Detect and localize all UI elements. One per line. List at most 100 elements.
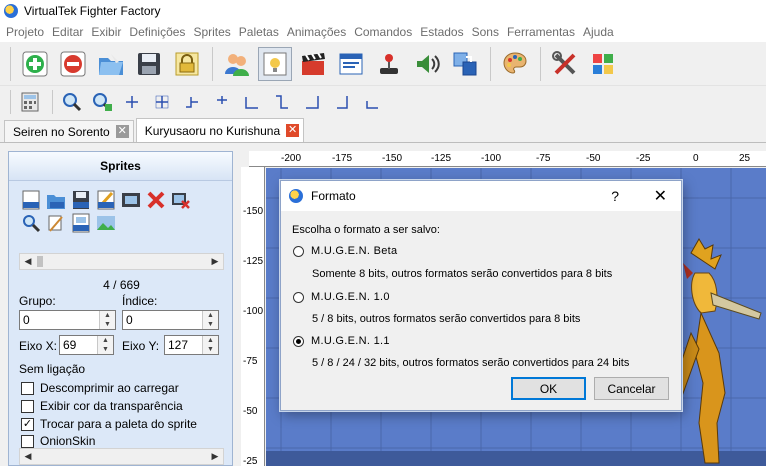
show-transparency-checkbox[interactable]: Exibir cor da transparência (21, 399, 183, 413)
axis-x-spinbox[interactable]: 69 ▲ ▼ (59, 335, 114, 355)
spin-up-icon[interactable]: ▲ (203, 336, 218, 345)
panel-scrollbar[interactable]: ◀ ▶ (19, 448, 224, 465)
radio-mugen-beta[interactable]: M.U.G.E.N. Beta (293, 245, 397, 257)
scroll-left-icon[interactable]: ◀ (20, 254, 36, 269)
decompress-checkbox[interactable]: Descomprimir ao carregar (21, 381, 179, 395)
menu-animacoes[interactable]: Animações (283, 22, 350, 42)
palettes-button[interactable] (498, 47, 532, 81)
menu-estados[interactable]: Estados (416, 22, 467, 42)
new-project-button[interactable] (18, 47, 52, 81)
sprites-button[interactable] (258, 46, 292, 81)
animations-button[interactable] (296, 47, 330, 81)
radio-button[interactable] (293, 291, 304, 303)
onionskin-checkbox[interactable]: OnionSkin (21, 434, 95, 448)
axis-top-left-button[interactable] (240, 90, 264, 114)
search-icon[interactable] (21, 213, 41, 233)
menu-definicoes[interactable]: Definições (125, 22, 189, 42)
checkbox-box[interactable] (21, 381, 34, 395)
group-spinbox[interactable]: 0 ▲ ▼ (19, 310, 116, 330)
spin-up-icon[interactable]: ▲ (203, 311, 218, 320)
axis-y-spinbox[interactable]: 127 ▲ ▼ (164, 335, 219, 355)
open-pcx-icon[interactable] (46, 190, 66, 210)
switch-palette-checkbox[interactable]: ✓ Trocar para a paleta do sprite (21, 417, 197, 431)
commands-button[interactable] (372, 47, 406, 81)
spin-down-icon[interactable]: ▼ (98, 345, 113, 354)
scroll-thumb[interactable] (37, 256, 43, 267)
spin-down-icon[interactable]: ▼ (203, 320, 218, 329)
menu-projeto[interactable]: Projeto (2, 22, 48, 42)
axis-cross-button[interactable] (150, 90, 174, 114)
index-spinbox[interactable]: 0 ▲ ▼ (122, 310, 219, 330)
tools-button[interactable] (548, 47, 582, 81)
cancel-button[interactable]: Cancelar (594, 377, 669, 400)
spin-up-icon[interactable]: ▲ (98, 336, 113, 345)
axis-bottom-button[interactable] (360, 90, 384, 114)
menu-sons[interactable]: Sons (468, 22, 503, 42)
checkbox-box[interactable] (21, 434, 34, 448)
zoom-in-button[interactable] (90, 90, 114, 114)
image-icon[interactable] (121, 190, 141, 210)
lock-button[interactable] (170, 47, 204, 81)
close-project-button[interactable] (56, 47, 90, 81)
menu-exibir[interactable]: Exibir (87, 22, 125, 42)
tab-seiren-no-sorento[interactable]: Seiren no Sorento ✕ (4, 120, 134, 142)
sprite-scrollbar[interactable]: ◀ ▶ (19, 253, 224, 270)
spin-down-icon[interactable]: ▼ (203, 345, 218, 354)
delete-icon[interactable] (146, 190, 166, 210)
open-button[interactable] (94, 47, 128, 81)
sounds-button[interactable] (410, 47, 444, 81)
tab-kuryusaoru-no-kurishuna[interactable]: Kuryusaoru no Kurishuna ✕ (135, 118, 305, 142)
close-icon[interactable]: ✕ (654, 186, 667, 206)
ruler-label: -125 (431, 153, 452, 164)
states-button[interactable] (334, 47, 368, 81)
scroll-right-icon[interactable]: ▶ (207, 254, 223, 269)
group-stepper[interactable]: ▲ ▼ (99, 311, 115, 329)
menu-sprites[interactable]: Sprites (189, 22, 234, 42)
menu-editar[interactable]: Editar (48, 22, 87, 42)
menu-comandos[interactable]: Comandos (350, 22, 416, 42)
scroll-left-icon[interactable]: ◀ (20, 449, 36, 464)
axis-top-right-button[interactable] (270, 90, 294, 114)
save-button[interactable] (132, 47, 166, 81)
help-icon[interactable]: ? (611, 188, 619, 204)
pcx-text-icon[interactable] (71, 213, 91, 233)
axis-right-button[interactable] (300, 90, 324, 114)
index-stepper[interactable]: ▲ ▼ (202, 311, 218, 329)
window-title: VirtualTek Fighter Factory (24, 4, 161, 18)
axis-y-stepper[interactable]: ▲ ▼ (202, 336, 218, 354)
spin-up-icon[interactable]: ▲ (100, 311, 115, 320)
spin-down-icon[interactable]: ▼ (100, 320, 115, 329)
crop-tool-icon[interactable] (46, 213, 66, 233)
axis-center-button[interactable] (120, 90, 144, 114)
calculator-button[interactable] (18, 90, 42, 114)
axis-x-stepper[interactable]: ▲ ▼ (97, 336, 113, 354)
axis-bottom-right-button[interactable] (330, 90, 354, 114)
save-pcx-icon[interactable] (71, 190, 91, 210)
close-icon[interactable]: ✕ (286, 124, 300, 137)
save-sff-icon[interactable] (96, 190, 116, 210)
settings-button[interactable] (586, 47, 620, 81)
joystick-icon (380, 53, 398, 74)
dialog-body: Escolha o formato a ser salvo: M.U.G.E.N… (281, 211, 681, 410)
characters-button[interactable] (220, 47, 254, 81)
landscape-icon[interactable] (96, 213, 116, 233)
new-pcx-icon[interactable] (21, 190, 41, 210)
checkbox-box[interactable] (21, 399, 34, 413)
menu-ajuda[interactable]: Ajuda (579, 22, 618, 42)
axis-bottom-left-button[interactable] (180, 90, 204, 114)
zoom-out-button[interactable] (60, 90, 84, 114)
radio-button[interactable] (293, 245, 304, 257)
menu-ferramentas[interactable]: Ferramentas (503, 22, 579, 42)
transfer-button[interactable] (448, 47, 482, 81)
close-icon[interactable]: ✕ (115, 125, 129, 138)
axis-top-button[interactable] (210, 90, 234, 114)
delete-image-icon[interactable] (171, 190, 191, 210)
radio-button-selected[interactable] (293, 335, 304, 347)
menu-paletas[interactable]: Paletas (235, 22, 283, 42)
scroll-right-icon[interactable]: ▶ (207, 449, 223, 464)
toolbar-separator (10, 90, 16, 114)
radio-mugen-1-1[interactable]: M.U.G.E.N. 1.1 (293, 335, 390, 347)
ok-button[interactable]: OK (511, 377, 586, 400)
checkmark-icon[interactable]: ✓ (21, 417, 34, 431)
radio-mugen-1-0[interactable]: M.U.G.E.N. 1.0 (293, 291, 390, 303)
